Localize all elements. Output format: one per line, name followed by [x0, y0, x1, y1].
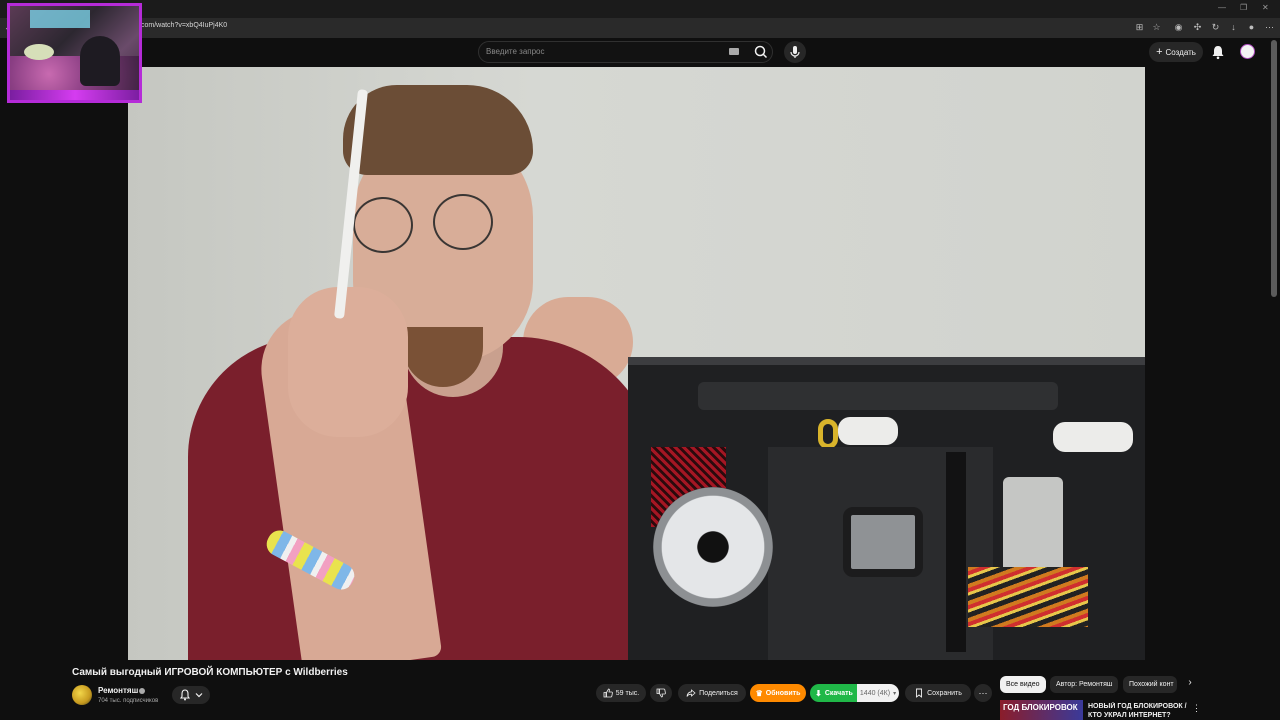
save-label: Сохранить — [927, 689, 962, 697]
video-title: Самый выгодный ИГРОВОЙ КОМПЬЮТЕР с Wildb… — [72, 667, 348, 678]
bell-icon — [179, 689, 191, 701]
create-label: Создать — [1165, 47, 1196, 57]
subscription-notifications-button[interactable] — [172, 686, 210, 704]
dislike-button[interactable] — [650, 684, 672, 702]
recommendation-title[interactable]: НОВЫЙ ГОД БЛОКИРОВОК / КТО УКРАЛ ИНТЕРНЕ… — [1088, 702, 1188, 720]
chip-similar[interactable]: Похожий конт — [1123, 676, 1177, 693]
upgrade-label: Обновить — [765, 689, 801, 697]
search-placeholder: Введите запрос — [486, 47, 545, 56]
create-button[interactable]: + Создать — [1149, 42, 1203, 62]
thumbs-up-icon — [603, 688, 613, 698]
tab-strip: — ❐ ✕ — [0, 0, 1280, 18]
url-text[interactable]: com/watch?v=xbQ4IuPj4K0 — [141, 22, 227, 29]
more-horizontal-icon: ⋯ — [978, 687, 988, 698]
minimize-icon[interactable]: — — [1218, 3, 1226, 12]
share-icon — [686, 689, 696, 697]
video-player[interactable] — [128, 67, 1145, 660]
chevron-right-icon[interactable]: › — [1183, 677, 1197, 692]
more-vertical-icon[interactable]: ⋮ — [1192, 703, 1201, 714]
install-app-icon[interactable]: ⊞ — [1133, 21, 1146, 34]
address-bar[interactable]: ← com/watch?v=xbQ4IuPj4K0 ⊞ ☆ ◉ ✣ ↻ ↓ ● … — [0, 18, 1280, 38]
browser-chrome: — ❐ ✕ ← com/watch?v=xbQ4IuPj4K0 ⊞ ☆ ◉ ✣ … — [0, 0, 1280, 38]
chip-author[interactable]: Автор: Ремонтяш — [1050, 676, 1119, 693]
download-quality-select[interactable]: 1440 (4К) ▾ — [857, 684, 899, 702]
search-button[interactable] — [747, 41, 775, 63]
recommendation-thumbnail[interactable]: ГОД БЛОКИРОВОК — [1000, 700, 1083, 720]
download-manager-icon[interactable]: ↓ — [1227, 21, 1240, 34]
share-label: Поделиться — [699, 689, 738, 697]
extension-icon[interactable]: ◉ — [1172, 21, 1185, 34]
bell-icon — [1212, 46, 1224, 60]
bookmark-icon — [916, 688, 923, 698]
search-input[interactable]: Введите запрос — [478, 41, 773, 63]
page-scrollbar[interactable] — [1271, 40, 1277, 297]
notifications-button[interactable] — [1210, 43, 1226, 61]
browser-menu-icon[interactable]: ⋯ — [1263, 21, 1276, 34]
channel-name[interactable]: Ремонтяш — [98, 686, 138, 695]
webcam-overlay — [7, 3, 142, 103]
keyboard-icon[interactable] — [729, 48, 739, 55]
verified-icon — [139, 688, 145, 694]
download-button[interactable]: ⬇ Скачать — [810, 684, 858, 702]
account-avatar[interactable] — [1240, 44, 1255, 59]
more-actions-button[interactable]: ⋯ — [974, 684, 992, 702]
puzzle-icon[interactable]: ✣ — [1191, 21, 1204, 34]
thumbs-down-icon — [656, 688, 666, 698]
search-icon — [754, 45, 768, 59]
like-button[interactable]: 59 тыс. — [596, 684, 646, 702]
close-window-icon[interactable]: ✕ — [1262, 3, 1269, 12]
download-icon: ⬇ — [815, 688, 822, 698]
maximize-icon[interactable]: ❐ — [1240, 3, 1247, 12]
like-count: 59 тыс. — [615, 689, 640, 697]
thumbnail-text: ГОД БЛОКИРОВОК — [1003, 703, 1078, 712]
history-icon[interactable]: ↻ — [1209, 21, 1222, 34]
subscriber-count: 704 тыс. подписчиков — [98, 698, 159, 704]
voice-search-button[interactable] — [784, 41, 806, 63]
chip-all-videos[interactable]: Все видео — [1000, 676, 1046, 693]
crown-icon: ♛ — [755, 688, 763, 698]
profile-icon[interactable]: ● — [1245, 21, 1258, 34]
plus-icon: + — [1156, 46, 1163, 58]
download-quality-value: 1440 (4К) — [859, 689, 891, 697]
upgrade-button[interactable]: ♛ Обновить — [750, 684, 806, 702]
bookmark-star-icon[interactable]: ☆ — [1150, 21, 1163, 34]
channel-avatar[interactable] — [72, 685, 92, 705]
microphone-icon — [790, 46, 800, 58]
chevron-down-icon: ▾ — [893, 690, 897, 697]
chevron-down-icon — [195, 693, 203, 698]
share-button[interactable]: Поделиться — [678, 684, 746, 702]
save-button[interactable]: Сохранить — [905, 684, 971, 702]
download-label: Скачать — [824, 689, 853, 697]
